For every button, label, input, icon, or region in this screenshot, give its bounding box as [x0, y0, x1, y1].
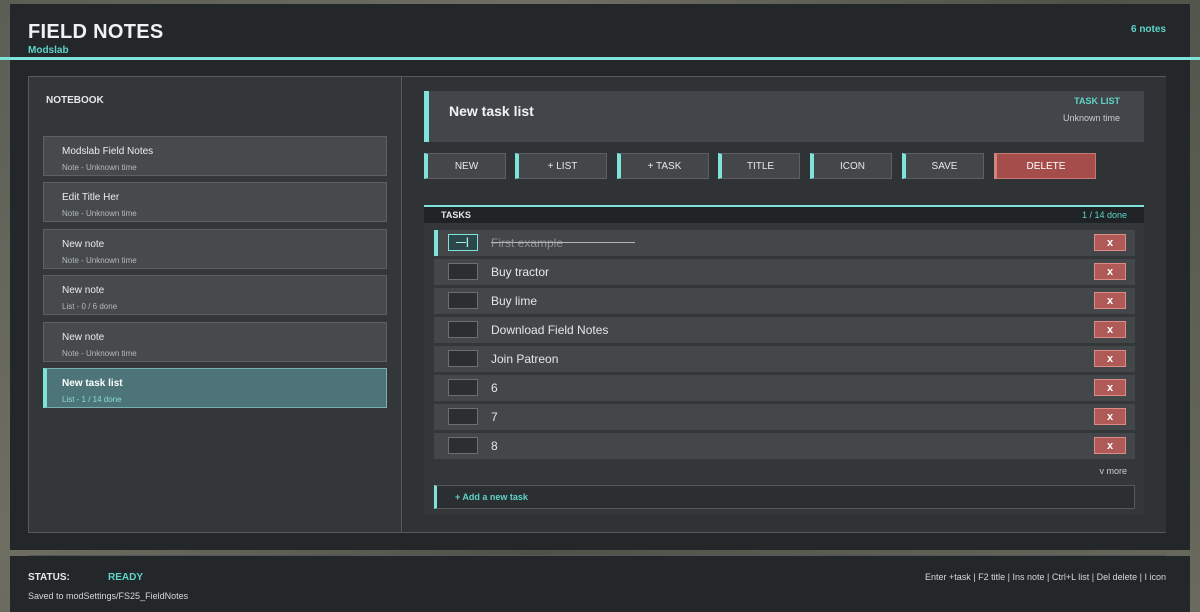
delete-task-button[interactable]: x	[1094, 379, 1126, 396]
icon-button[interactable]: ICON	[810, 153, 892, 179]
task-row[interactable]: —| First example x	[434, 230, 1135, 256]
note-meta: Note - Unknown time	[62, 256, 137, 265]
task-row[interactable]: 8 x	[434, 433, 1135, 459]
task-row[interactable]: 6 x	[434, 375, 1135, 401]
task-label: 6	[491, 381, 498, 395]
note-time: Unknown time	[1062, 113, 1120, 123]
delete-task-button[interactable]: x	[1094, 234, 1126, 251]
tasks-progress: 1 / 14 done	[1081, 210, 1127, 220]
note-meta: List - 1 / 14 done	[62, 395, 122, 404]
add-new-task-input[interactable]: + Add a new task	[434, 485, 1135, 509]
note-item[interactable]: New note Note - Unknown time	[43, 322, 387, 362]
strikethrough-line	[491, 242, 635, 243]
delete-button[interactable]: DELETE	[994, 153, 1096, 179]
note-title: New note	[62, 285, 105, 296]
delete-task-button[interactable]: x	[1094, 263, 1126, 280]
note-title: New task list	[62, 378, 123, 389]
task-checkbox[interactable]	[448, 350, 478, 367]
new-button[interactable]: NEW	[424, 153, 506, 179]
check-mark-icon: —|	[456, 237, 469, 248]
status-bar: STATUS: READY Saved to modSettings/FS25_…	[10, 556, 1190, 612]
sidebar-title: NOTEBOOK	[46, 95, 104, 106]
title-button[interactable]: TITLE	[718, 153, 800, 179]
save-button[interactable]: SAVE	[902, 153, 984, 179]
delete-task-button[interactable]: x	[1094, 350, 1126, 367]
tasks-panel: TASKS 1 / 14 done —| First example x Buy…	[424, 205, 1144, 515]
note-item[interactable]: New note Note - Unknown time	[43, 229, 387, 269]
delete-task-button[interactable]: x	[1094, 408, 1126, 425]
task-row[interactable]: Buy lime x	[434, 288, 1135, 314]
note-count: 6 notes	[1130, 24, 1166, 35]
app-header: FIELD NOTES Modslab 6 notes	[10, 4, 1190, 58]
more-tasks-link[interactable]: v more	[1099, 466, 1127, 476]
notebook-sidebar: NOTEBOOK Modslab Field Notes Note - Unkn…	[29, 77, 402, 532]
add-list-button[interactable]: + LIST	[515, 153, 607, 179]
app-title: FIELD NOTES	[28, 21, 164, 43]
header-accent-line	[0, 57, 1200, 60]
note-item[interactable]: Edit Title Her Note - Unknown time	[43, 182, 387, 222]
task-label: 8	[491, 439, 498, 453]
status-label: STATUS:	[28, 572, 70, 583]
delete-task-button[interactable]: x	[1094, 292, 1126, 309]
keyboard-shortcuts: Enter +task | F2 title | Ins note | Ctrl…	[925, 572, 1166, 582]
task-label: Buy lime	[491, 294, 538, 308]
tasks-title: TASKS	[441, 210, 471, 220]
task-row[interactable]: Download Field Notes x	[434, 317, 1135, 343]
note-title: Modslab Field Notes	[62, 146, 154, 157]
task-checkbox[interactable]	[448, 437, 478, 454]
task-label: Join Patreon	[491, 352, 559, 366]
task-label: 7	[491, 410, 498, 424]
note-title-card: New task list TASK LIST Unknown time	[424, 91, 1144, 142]
task-label: Buy tractor	[491, 265, 550, 279]
task-checkbox[interactable]	[448, 379, 478, 396]
delete-task-button[interactable]: x	[1094, 437, 1126, 454]
note-title: New note	[62, 239, 105, 250]
task-checkbox[interactable]	[448, 408, 478, 425]
task-row[interactable]: Join Patreon x	[434, 346, 1135, 372]
add-task-label: + Add a new task	[455, 492, 528, 502]
status-value: READY	[108, 572, 144, 583]
task-checkbox[interactable]	[448, 263, 478, 280]
note-meta: List - 0 / 6 done	[62, 302, 118, 311]
task-checkbox-checked[interactable]: —|	[448, 234, 478, 251]
app-subtitle: Modslab	[28, 45, 69, 56]
note-editor: New task list TASK LIST Unknown time NEW…	[403, 77, 1166, 532]
note-title: New note	[62, 332, 105, 343]
note-type-label: TASK LIST	[1074, 96, 1120, 106]
delete-task-button[interactable]: x	[1094, 321, 1126, 338]
note-meta: Note - Unknown time	[62, 209, 137, 218]
task-label: First example	[491, 236, 564, 250]
save-location: Saved to modSettings/FS25_FieldNotes	[28, 591, 189, 601]
note-heading: New task list	[449, 103, 534, 119]
task-row[interactable]: 7 x	[434, 404, 1135, 430]
note-meta: Note - Unknown time	[62, 349, 137, 358]
note-title: Edit Title Her	[62, 192, 120, 203]
note-item[interactable]: New note List - 0 / 6 done	[43, 275, 387, 315]
note-item-selected[interactable]: New task list List - 1 / 14 done	[43, 368, 387, 408]
note-meta: Note - Unknown time	[62, 163, 137, 172]
tasks-header: TASKS 1 / 14 done	[424, 205, 1144, 223]
task-checkbox[interactable]	[448, 292, 478, 309]
task-label: Download Field Notes	[491, 323, 609, 337]
note-item[interactable]: Modslab Field Notes Note - Unknown time	[43, 136, 387, 176]
task-checkbox[interactable]	[448, 321, 478, 338]
task-row[interactable]: Buy tractor x	[434, 259, 1135, 285]
add-task-button[interactable]: + TASK	[617, 153, 709, 179]
